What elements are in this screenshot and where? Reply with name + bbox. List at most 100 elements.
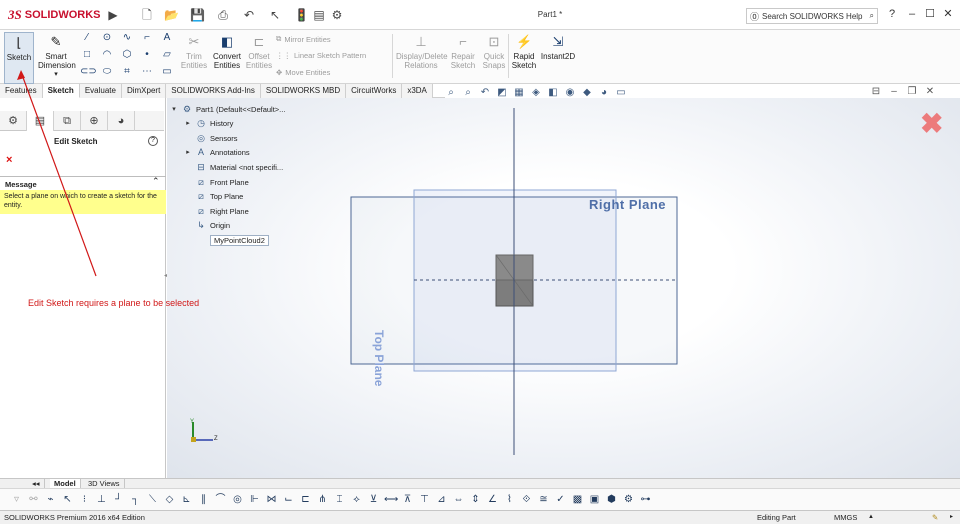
tab-solidworks-add-ins[interactable]: SOLIDWORKS Add-Ins [166,84,261,98]
point-icon[interactable]: • [140,49,154,61]
dimension-icon[interactable]: ⟷ [384,493,398,506]
tab-dimxpert[interactable]: DimXpert [121,84,167,98]
parallel-icon[interactable]: ∥ [197,493,210,506]
open-icon[interactable]: 📂 [164,8,179,22]
status-expand-icon[interactable]: ▸ [950,511,953,524]
line-icon[interactable]: ⁄ [80,32,94,44]
add-relation-icon[interactable]: ⊥ [95,493,108,506]
display-manager-tab-icon[interactable]: ◕ [108,111,135,131]
circle-icon[interactable]: ⊙ [100,32,114,44]
doc-restore-icon[interactable]: ❐ [906,86,918,98]
doc-close-icon[interactable]: ✕ [924,86,936,98]
trim-entities-button[interactable]: ✂ Trim Entities [180,32,208,80]
symmetric-icon[interactable]: ⋔ [316,493,329,506]
tree-item-front-plane[interactable]: ⧄ Front Plane [184,175,249,189]
filter-icon[interactable]: ▿ [10,493,23,506]
block-icon[interactable]: ⬢ [605,493,618,506]
angular-dim-icon[interactable]: ∠ [486,493,499,506]
sketch-button[interactable]: ⌊ Sketch [4,32,34,84]
close-button[interactable]: ✕ [940,6,956,22]
tab-x3da[interactable]: x3DA [402,84,433,98]
tree-item-sensors[interactable]: ◎ Sensors [184,131,237,145]
tree-item-annotations[interactable]: ▸ A Annotations [184,145,249,159]
ellipse-icon[interactable]: ⬭ [100,66,114,78]
sketch-picture-icon[interactable]: ▣ [588,493,601,506]
cursor-icon[interactable]: ↖ [61,493,74,506]
path-length-icon[interactable]: ⌇ [503,493,516,506]
horizontal-dim-icon[interactable]: ⇔ [452,493,465,506]
property-manager-tab-icon[interactable]: ▤ [27,111,54,131]
message-header[interactable]: Message [0,176,166,189]
solidworks-logo[interactable]: 3S SOLIDWORKS [8,6,101,24]
select-filter-icon[interactable]: ⚯ [27,493,40,506]
coradial-icon[interactable]: ◇ [163,493,176,506]
concentric-icon[interactable]: ◎ [231,493,244,506]
arc-icon[interactable]: ◠ [100,49,114,61]
centerline-icon[interactable]: ⋯ [140,66,154,78]
tab-sketch[interactable]: Sketch [42,84,80,98]
quick-snaps-button[interactable]: ⊡ Quick Snaps [480,32,508,80]
scan-equal-icon[interactable]: ≅ [537,493,550,506]
configuration-manager-tab-icon[interactable]: ⧉ [54,111,81,131]
tree-root-part[interactable]: ▾ ⚙ Part1 (Default<<Default>... [170,102,285,116]
display-delete-relations-button[interactable]: ⊥ Display/Delete Relations [396,32,448,80]
plane-icon[interactable]: ▱ [160,49,174,61]
smart-dimension-button[interactable]: ✎ Smart Dimension ▾ [38,32,76,80]
tab-evaluate[interactable]: Evaluate [79,84,122,98]
vertical-dim-icon[interactable]: ⇕ [469,493,482,506]
expand-arrow-icon[interactable]: ▸ [184,148,192,156]
tree-item-origin[interactable]: ↳ Origin [184,218,230,232]
repair-sketch-button[interactable]: ⌐ Repair Sketch [448,32,478,80]
feature-manager-tab-icon[interactable]: ⚙ [0,111,27,131]
doc-minimize-icon[interactable]: – [888,86,900,98]
chamfer-dim-icon[interactable]: ⊿ [435,493,448,506]
check-sketch-icon[interactable]: ✓ [554,493,567,506]
ordinate-dim-icon[interactable]: ⊤ [418,493,431,506]
midpoint-icon[interactable]: ⊩ [248,493,261,506]
slot-icon[interactable]: ⊂⊃ [80,66,97,78]
new-icon[interactable]: 🗋 [140,8,154,22]
offset-small-icon[interactable]: ⌗ [120,66,134,78]
tree-item-point-cloud[interactable]: MyPointCloud2 [184,233,269,247]
tab-solidworks-mbd[interactable]: SOLIDWORKS MBD [260,84,347,98]
status-units[interactable]: MMGS [834,511,857,524]
chevron-up-icon[interactable]: ⌃ [152,176,160,187]
sketch-fillet-icon[interactable]: ⌐ [140,32,154,44]
vertex-icon[interactable]: ⁝ [78,493,91,506]
search-icon[interactable]: ⌕ [870,11,874,21]
tree-item-right-plane[interactable]: ⧄ Right Plane [184,204,249,218]
minimize-button[interactable]: – [904,6,920,22]
collapse-arrow-icon[interactable]: ▾ [170,105,178,113]
search-input[interactable]: Search SOLIDWORKS Help [762,12,862,21]
offset-entities-button[interactable]: ⊏ Offset Entities [244,32,274,80]
tree-item-history[interactable]: ▸ ◷ History [184,116,233,130]
maximize-button[interactable]: ☐ [922,6,938,22]
construction-icon[interactable]: ▭ [160,66,174,78]
exit-sketch-icon[interactable]: ✖ [920,110,943,138]
smart-select-icon[interactable]: ⌁ [44,493,57,506]
expand-arrow-icon[interactable]: ▸ [184,119,192,127]
options-icon[interactable]: ⚙ [330,8,344,22]
save-icon[interactable]: 💾 [190,8,205,22]
rebuild-icon[interactable]: 🚦 [294,8,309,22]
linear-sketch-pattern-button[interactable]: ⋮⋮ Linear Sketch Pattern [276,51,366,60]
merge-icon[interactable]: ⊻ [367,493,380,506]
tab-circuitworks[interactable]: CircuitWorks [346,84,403,98]
fix-icon[interactable]: ⌶ [333,493,346,506]
dimxpert-manager-tab-icon[interactable]: ⊕ [81,111,108,131]
move-entities-button[interactable]: ✥ Move Entities [276,68,330,77]
help-button[interactable]: ? [884,6,900,22]
tree-item-material[interactable]: ⊟ Material <not specifi... [184,160,283,174]
menu-pin-icon[interactable]: ▶ [106,8,120,22]
coincident-icon[interactable]: ⌙ [282,493,295,506]
text-icon[interactable]: A [160,32,174,44]
file-properties-icon[interactable]: ▤ [312,8,326,22]
units-dropdown-icon[interactable]: ▲ [868,511,874,524]
instant2d-button[interactable]: ⇲ Instant2D [540,32,576,80]
spline-icon[interactable]: ∿ [120,32,134,44]
pierce-icon[interactable]: ⟡ [350,493,363,506]
sketch-settings-icon[interactable]: ⚙ [622,493,635,506]
equal-icon[interactable]: ⊏ [299,493,312,506]
undo-icon[interactable]: ↶ [242,8,256,22]
tree-item-top-plane[interactable]: ⧄ Top Plane [184,189,243,203]
